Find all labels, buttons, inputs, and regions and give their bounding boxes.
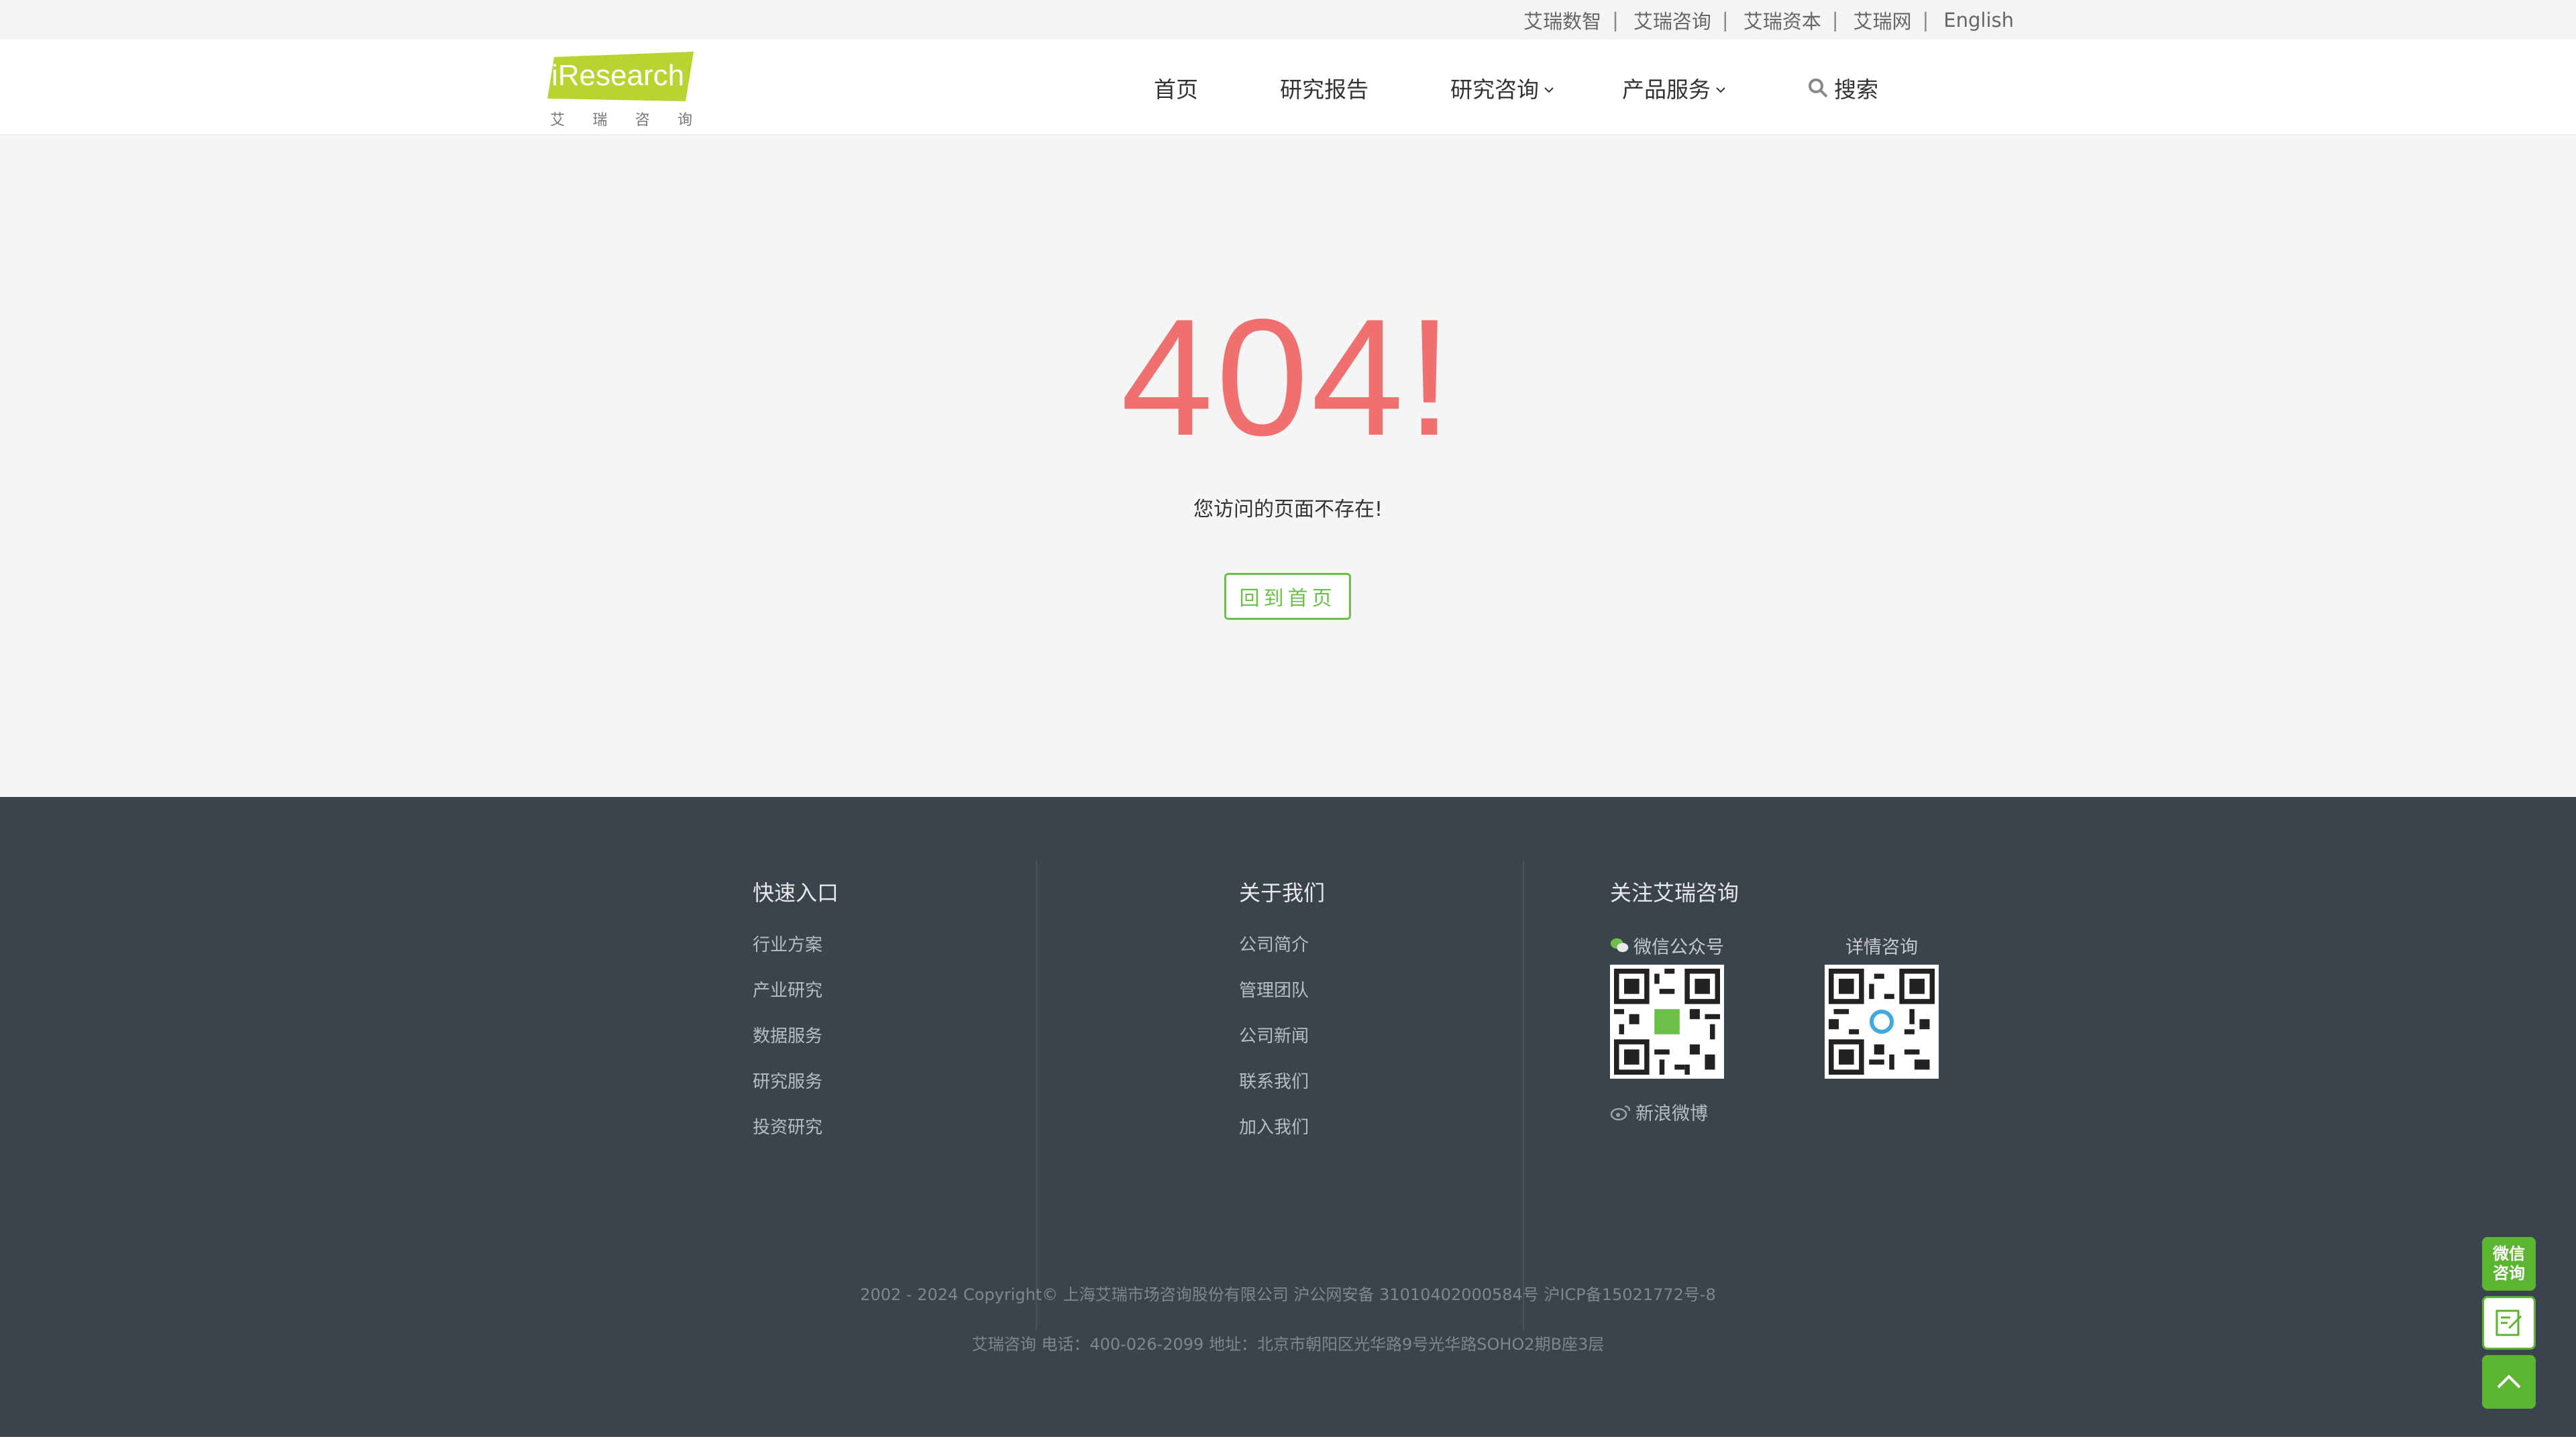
iresearch-logo-mark: iResearch bbox=[547, 52, 694, 101]
nav-reports[interactable]: 研究报告 bbox=[1280, 72, 1368, 104]
nav-home[interactable]: 首页 bbox=[1154, 72, 1198, 104]
weibo-icon bbox=[1610, 1105, 1631, 1120]
footer-link-company-news[interactable]: 公司新闻 bbox=[1239, 1025, 1325, 1071]
error-content: 404! 您访问的页面不存在! 回到首页 bbox=[0, 136, 2576, 797]
nav-consulting[interactable]: 研究咨询 bbox=[1450, 72, 1555, 104]
top-link-airuiwang[interactable]: 艾瑞网 bbox=[1853, 6, 1911, 34]
weibo-link[interactable]: 新浪微博 bbox=[1610, 1099, 1724, 1125]
wechat-qr-code bbox=[1610, 965, 1724, 1079]
logo-sub-char: 艾 bbox=[550, 112, 566, 129]
feedback-form-button[interactable] bbox=[2482, 1296, 2536, 1350]
footer-about-title: 关于我们 bbox=[1239, 880, 1326, 906]
footer-link-industry-research[interactable]: 产业研究 bbox=[753, 979, 839, 1025]
nav-products-label: 产品服务 bbox=[1622, 76, 1711, 103]
logo-sub-char: 咨 bbox=[635, 112, 650, 129]
address-text: 艾瑞咨询 电话：400-026-2099 地址：北京市朝阳区光华路9号光华路SO… bbox=[971, 1335, 1605, 1354]
chevron-up-icon bbox=[2497, 1375, 2521, 1389]
iresearch-logo[interactable]: iResearch 艾 瑞 咨 询 bbox=[547, 52, 695, 129]
top-links: 艾瑞数智 | 艾瑞咨询 | 艾瑞资本 | 艾瑞网 | English bbox=[1523, 0, 2014, 40]
footer-link-company-profile[interactable]: 公司简介 bbox=[1239, 934, 1325, 979]
wechat-label[interactable]: 微信公众号 bbox=[1610, 934, 1724, 958]
bottom-strip bbox=[0, 1437, 2576, 1449]
logo-wordmark: iResearch bbox=[551, 59, 684, 92]
top-link-airuizixun[interactable]: 艾瑞咨询 bbox=[1633, 6, 1711, 34]
site-header: iResearch 艾 瑞 咨 询 首页 研究报告 研究咨询 产品服务 搜索 bbox=[0, 40, 2576, 136]
weibo-label: 新浪微博 bbox=[1635, 1104, 1708, 1124]
footer-link-management-team[interactable]: 管理团队 bbox=[1239, 979, 1325, 1025]
nav-consulting-label: 研究咨询 bbox=[1450, 76, 1539, 103]
footer-link-investment-research[interactable]: 投资研究 bbox=[753, 1116, 839, 1162]
edit-form-icon bbox=[2496, 1309, 2522, 1336]
footer-divider bbox=[1036, 861, 1037, 1330]
top-link-airuiziben[interactable]: 艾瑞资本 bbox=[1743, 6, 1821, 34]
footer-link-join-us[interactable]: 加入我们 bbox=[1239, 1116, 1325, 1162]
footer-link-data-services[interactable]: 数据服务 bbox=[753, 1025, 839, 1071]
wechat-qr-block: 微信公众号 新浪微博 bbox=[1610, 934, 1724, 1125]
footer-quick-links: 快速入口 行业方案 产业研究 数据服务 研究服务 投资研究 bbox=[753, 876, 839, 1162]
wechat-consult-line1: 微信 bbox=[2493, 1244, 2525, 1263]
footer-about-links: 关于我们 公司简介 管理团队 公司新闻 联系我们 加入我们 bbox=[1239, 876, 1325, 1162]
top-link-separator: | bbox=[1721, 8, 1729, 32]
logo-subtitle: 艾 瑞 咨 询 bbox=[550, 108, 692, 129]
error-code: 404! bbox=[1120, 284, 1456, 470]
logo-sub-char: 询 bbox=[677, 112, 692, 129]
back-to-top-button[interactable] bbox=[2482, 1355, 2536, 1409]
footer-follow: 关注艾瑞咨询 微信公众号 新浪微博 详情咨询 bbox=[1610, 876, 1939, 1125]
top-link-separator: | bbox=[1922, 8, 1929, 32]
nav-reports-label: 研究报告 bbox=[1280, 76, 1368, 103]
chevron-down-icon bbox=[1716, 87, 1725, 93]
nav-search-label: 搜索 bbox=[1834, 76, 1878, 103]
site-footer: 快速入口 行业方案 产业研究 数据服务 研究服务 投资研究 关于我们 公司简介 … bbox=[0, 797, 2576, 1437]
copyright-text: 2002 - 2024 Copyright© 上海艾瑞市场咨询股份有限公司 沪公… bbox=[860, 1285, 1716, 1304]
consult-qr-code bbox=[1825, 965, 1939, 1079]
top-link-english[interactable]: English bbox=[1943, 9, 2014, 32]
wechat-consult-line2: 咨询 bbox=[2493, 1264, 2525, 1283]
footer-link-research-services[interactable]: 研究服务 bbox=[753, 1071, 839, 1116]
top-link-separator: | bbox=[1831, 8, 1839, 32]
footer-quick-title: 快速入口 bbox=[753, 880, 839, 906]
top-link-aruishuzhi[interactable]: 艾瑞数智 bbox=[1523, 6, 1601, 34]
footer-link-contact-us[interactable]: 联系我们 bbox=[1239, 1071, 1325, 1116]
footer-divider bbox=[1523, 861, 1524, 1330]
nav-search[interactable]: 搜索 bbox=[1807, 72, 1878, 104]
footer-link-industry-solutions[interactable]: 行业方案 bbox=[753, 934, 839, 979]
wechat-icon bbox=[1610, 938, 1629, 953]
consult-qr-block: 详情咨询 bbox=[1825, 934, 1939, 1125]
wechat-consult-button[interactable]: 微信 咨询 bbox=[2482, 1237, 2536, 1291]
error-message: 您访问的页面不存在! bbox=[1193, 498, 1383, 521]
qr-code-icon bbox=[1829, 969, 1935, 1075]
footer-follow-title: 关注艾瑞咨询 bbox=[1610, 880, 1739, 906]
search-icon bbox=[1809, 78, 1828, 97]
logo-sub-char: 瑞 bbox=[592, 112, 608, 129]
main-nav: 首页 研究报告 研究咨询 产品服务 搜索 bbox=[1154, 40, 1878, 136]
chevron-down-icon bbox=[1544, 87, 1554, 93]
nav-products[interactable]: 产品服务 bbox=[1622, 72, 1727, 104]
top-utility-bar: 艾瑞数智 | 艾瑞咨询 | 艾瑞资本 | 艾瑞网 | English bbox=[0, 0, 2576, 40]
consult-label: 详情咨询 bbox=[1845, 936, 1918, 958]
nav-home-label: 首页 bbox=[1154, 76, 1198, 103]
wechat-label-text: 微信公众号 bbox=[1633, 936, 1724, 958]
qr-code-icon bbox=[1614, 969, 1720, 1075]
back-home-button[interactable]: 回到首页 bbox=[1224, 573, 1351, 620]
top-link-separator: | bbox=[1612, 8, 1619, 32]
